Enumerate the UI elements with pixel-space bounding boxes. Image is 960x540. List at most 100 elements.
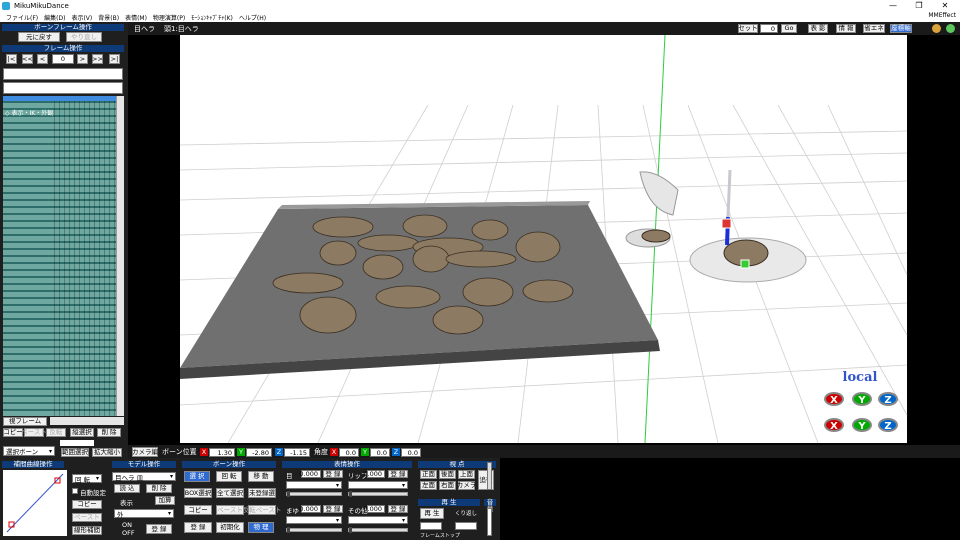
close-button[interactable]: ✕ <box>932 0 958 12</box>
other-register-button[interactable]: 登 録 <box>388 505 408 513</box>
next-key-button[interactable]: >> <box>92 54 103 64</box>
reverse-paste-button[interactable]: 反転ペースト <box>243 505 281 515</box>
axis-toggle-button[interactable]: 座標軸 <box>890 24 912 33</box>
brow-slider[interactable] <box>286 527 342 533</box>
volume-slider[interactable] <box>487 508 492 536</box>
prev-key-button[interactable]: << <box>22 54 33 64</box>
menu-file[interactable]: ファイル(F) <box>6 13 38 22</box>
x-local-axis-button[interactable]: X <box>824 392 844 406</box>
play-end-input[interactable] <box>455 522 477 530</box>
range-slider[interactable] <box>60 440 94 446</box>
lip-slider[interactable] <box>348 491 408 497</box>
range-select-button[interactable]: 範囲選択 <box>61 448 89 457</box>
addition-button[interactable]: 加算 <box>155 496 175 505</box>
vertical-select-button[interactable]: 縦選択 <box>70 428 94 437</box>
view-front-button[interactable]: 正面 <box>420 470 437 479</box>
minimize-button[interactable]: — <box>880 0 906 12</box>
next-frame-button[interactable]: > <box>77 54 88 64</box>
z-global-axis-button[interactable]: Z <box>878 418 898 432</box>
view-frame-button[interactable]: 視フレーム <box>3 417 47 426</box>
bone-rotate-button[interactable]: 回 転 <box>216 471 242 482</box>
view-right-button[interactable]: 右面 <box>439 481 456 490</box>
menu-background[interactable]: 背景(B) <box>98 13 119 22</box>
play-start-input[interactable] <box>420 522 442 530</box>
model-select-dropdown[interactable]: 目ヘラ 皿 <box>112 472 176 482</box>
eye-morph-select[interactable] <box>286 481 342 489</box>
prev-frame-button[interactable]: < <box>37 54 48 64</box>
angle-x-input[interactable]: 0.0 <box>339 448 359 457</box>
pos-x-input[interactable]: 1.30 <box>209 448 235 457</box>
model-field-1[interactable] <box>3 68 123 80</box>
eye-register-button[interactable]: 登 録 <box>323 470 343 478</box>
menu-help[interactable]: ヘルプ(H) <box>239 13 266 22</box>
angle-y-input[interactable]: 0.0 <box>370 448 390 457</box>
timeline-scrollbar[interactable] <box>116 96 124 416</box>
interp-copy-button[interactable]: コピー <box>72 500 102 509</box>
linear-interp-button[interactable]: 線形補間 <box>72 526 102 535</box>
go-button[interactable]: Go <box>781 24 797 33</box>
bone-register-button[interactable]: 登 録 <box>184 522 212 533</box>
box-select-button[interactable]: BOX選択 <box>184 488 212 498</box>
load-model-button[interactable]: 読 込 <box>114 484 140 493</box>
view-top-button[interactable]: 上面 <box>458 470 475 479</box>
bone-reset-button[interactable]: 初期化 <box>216 522 244 533</box>
view-camera-button[interactable]: カメラ <box>457 481 476 490</box>
other-value[interactable]: 0.000 <box>363 505 385 513</box>
bone-select-button[interactable]: 選 択 <box>184 471 210 482</box>
lip-register-button[interactable]: 登 録 <box>388 470 408 478</box>
set-button[interactable]: セット <box>738 24 758 33</box>
pos-y-input[interactable]: -2.80 <box>246 448 272 457</box>
menu-view[interactable]: 表示(V) <box>71 13 92 22</box>
angle-z-input[interactable]: 0.0 <box>401 448 421 457</box>
reverse-button[interactable]: 反転 <box>46 428 66 437</box>
lip-morph-select[interactable] <box>348 481 408 489</box>
delete-model-button[interactable]: 削 除 <box>146 484 172 493</box>
effect-icon[interactable] <box>946 24 955 33</box>
menu-physics[interactable]: 物理演算(P) <box>153 13 185 22</box>
menu-edit[interactable]: 編集(D) <box>44 13 65 22</box>
paste-button[interactable]: ペースト <box>21 428 47 437</box>
interpolation-curve[interactable] <box>3 470 67 536</box>
eye-slider[interactable] <box>286 491 342 497</box>
frame-number-input[interactable]: 0 <box>52 54 74 64</box>
scale-button[interactable]: 拡大縮小 <box>92 448 122 457</box>
first-frame-button[interactable]: |< <box>6 54 17 64</box>
timeline-hscroll[interactable] <box>50 417 124 425</box>
viewport-3d[interactable]: local <box>128 35 960 443</box>
pos-z-input[interactable]: -1.15 <box>284 448 310 457</box>
globe-icon[interactable] <box>932 24 941 33</box>
y-global-axis-button[interactable]: Y <box>852 418 872 432</box>
outer-parent-dropdown[interactable]: 外 <box>114 509 174 519</box>
model-field-2[interactable] <box>3 82 123 94</box>
bone-copy-button[interactable]: コピー <box>184 505 212 515</box>
brow-value[interactable]: 0.000 <box>299 505 321 513</box>
unregistered-select-button[interactable]: 未登録選 <box>248 488 276 498</box>
menu-motion-capture[interactable]: ﾓｰｼｮﾝｷｬﾌﾟﾁｬ(K) <box>191 13 233 22</box>
play-button[interactable]: 再 生 <box>420 508 444 519</box>
auto-checkbox[interactable] <box>72 488 78 494</box>
menu-mmeffect[interactable]: MMEffect <box>928 12 956 19</box>
y-local-axis-button[interactable]: Y <box>852 392 872 406</box>
view-back-button[interactable]: 後面 <box>439 470 456 479</box>
delete-button[interactable]: 削 除 <box>97 428 121 437</box>
interp-type-dropdown[interactable]: 回 転 <box>72 474 102 484</box>
info-toggle-button[interactable]: 情 報 <box>836 24 856 33</box>
select-mode-dropdown[interactable]: 選択ボーン <box>3 446 55 456</box>
vertical-slider[interactable] <box>487 462 492 490</box>
eye-value[interactable]: 0.000 <box>299 470 321 478</box>
undo-button[interactable]: 元に戻す <box>18 32 60 42</box>
x-global-axis-button[interactable]: X <box>824 418 844 432</box>
lip-value[interactable]: 0.000 <box>363 470 385 478</box>
brow-morph-select[interactable] <box>286 516 342 524</box>
menu-morph[interactable]: 表情(M) <box>125 13 147 22</box>
model-register-button[interactable]: 登 録 <box>146 524 172 534</box>
other-morph-select[interactable] <box>348 516 408 524</box>
z-local-axis-button[interactable]: Z <box>878 392 898 406</box>
maximize-button[interactable]: ❐ <box>906 0 932 12</box>
interp-paste-button[interactable]: ペースト <box>72 513 102 522</box>
redo-button[interactable]: やり直し <box>66 32 102 42</box>
power-save-button[interactable]: 省エネ <box>863 24 885 33</box>
tree-item-label[interactable]: ◇ 表示・IK・外観 <box>5 108 53 117</box>
select-all-button[interactable]: 全て選択 <box>216 488 244 498</box>
bone-move-button[interactable]: 移 動 <box>248 471 274 482</box>
